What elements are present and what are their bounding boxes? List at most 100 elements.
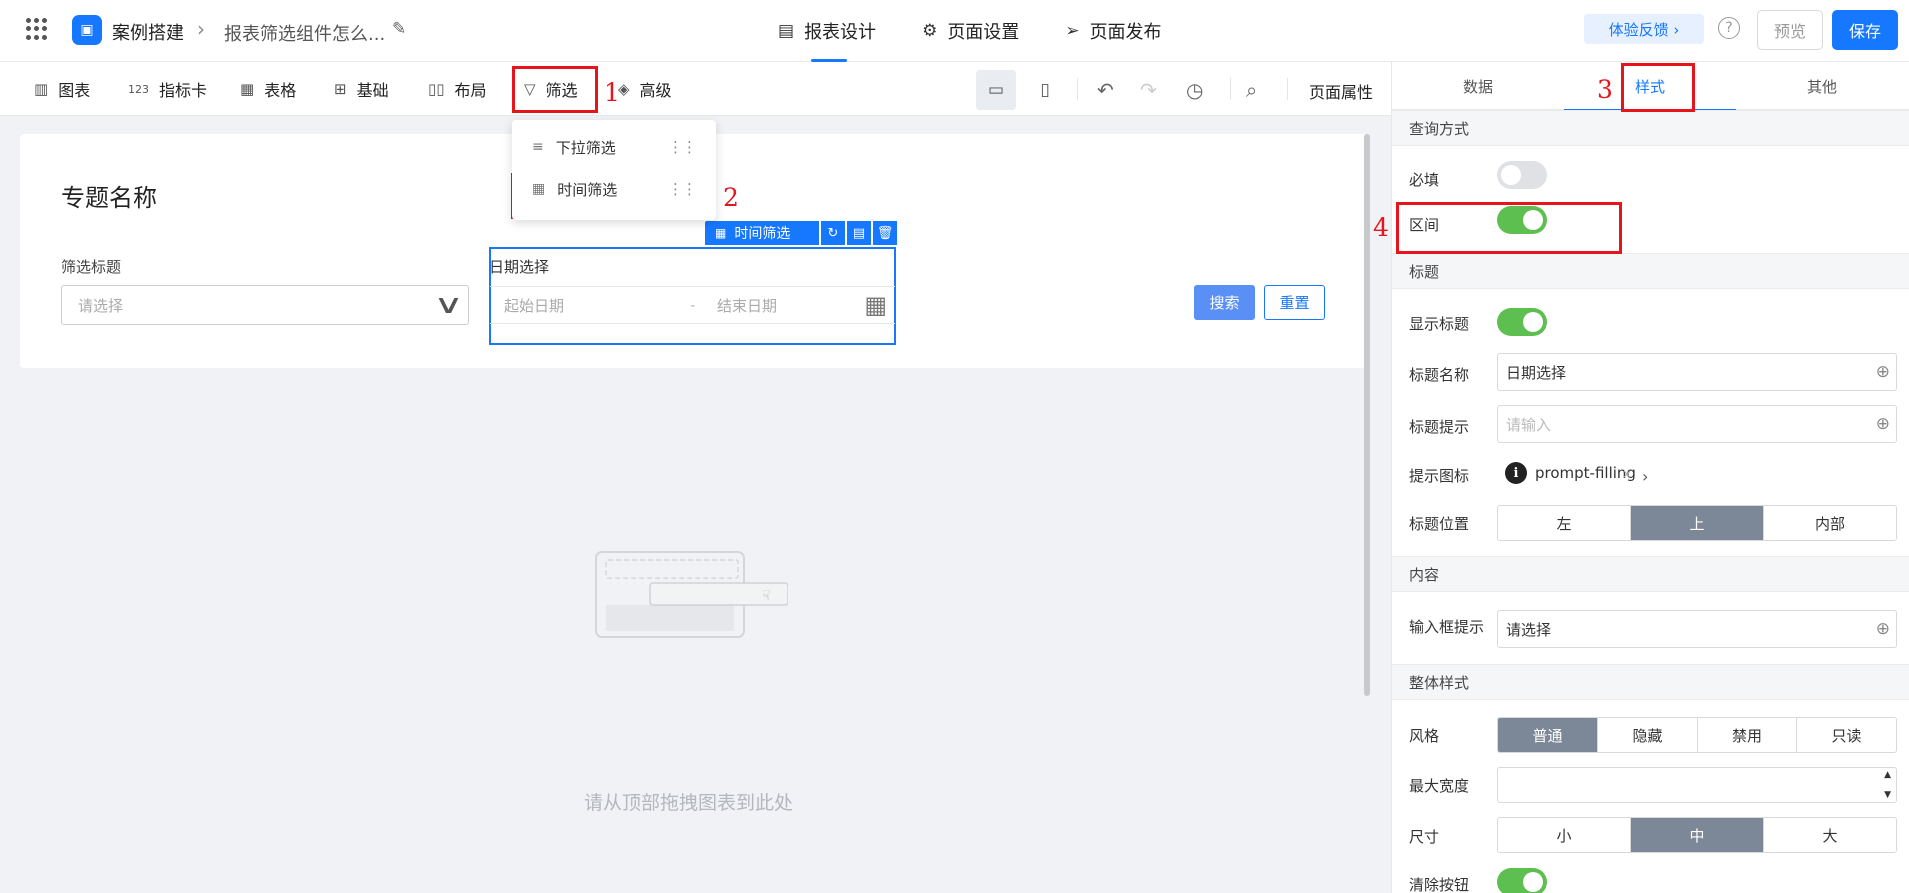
clear-button-toggle[interactable] — [1497, 868, 1547, 893]
clear-icon[interactable]: × — [1622, 467, 1632, 481]
table-icon: ▦ — [240, 80, 255, 98]
annotation-number-2: 2 — [723, 183, 739, 212]
style-disabled[interactable]: 禁用 — [1698, 718, 1797, 752]
size-segmented: 小 中 大 — [1497, 817, 1897, 853]
title-name-input[interactable]: 日期选择 ⊕ — [1497, 353, 1897, 391]
history-icon[interactable]: ◷ — [1186, 78, 1203, 102]
start-date-input[interactable]: 起始日期 — [504, 295, 564, 316]
edit-name-icon[interactable]: ✎ — [392, 19, 406, 39]
toolbar-item-label: 表格 — [264, 81, 297, 100]
tab-label: 页面设置 — [947, 22, 1020, 43]
end-date-input[interactable]: 结束日期 — [717, 295, 777, 316]
style-normal[interactable]: 普通 — [1498, 718, 1598, 752]
apps-grid-icon[interactable] — [26, 18, 48, 40]
range-separator: - — [690, 296, 696, 314]
toolbar-item-label: 高级 — [639, 81, 672, 100]
title-position-segmented: 左 上 内部 — [1497, 505, 1897, 541]
size-small[interactable]: 小 — [1498, 818, 1631, 852]
toolbar-item-advanced[interactable]: ◈ 高级 — [618, 62, 672, 116]
design-canvas: 专题名称 筛选标题 请选择 ∨ ▦ 时间筛选 ↻ ▤ 🗑 日期选择 起始日期 -… — [20, 134, 1369, 878]
date-range-picker[interactable]: 起始日期 - 结束日期 ▦ — [490, 286, 895, 324]
toolbar-item-layout[interactable]: ▯▯ 布局 — [428, 62, 487, 116]
menu-item-time-filter[interactable]: ▦ 时间筛选 ⋮⋮ — [512, 168, 716, 210]
clear-button-label: 清除按钮 — [1409, 876, 1470, 893]
title-tip-label: 标题提示 — [1409, 418, 1470, 436]
title-position-top[interactable]: 上 — [1631, 506, 1764, 540]
tab-label: 报表设计 — [804, 22, 877, 43]
search-button[interactable]: 搜索 — [1194, 285, 1255, 320]
tab-other[interactable]: 其他 — [1736, 62, 1908, 110]
header-tabs: ▤ 报表设计 ⚙ 页面设置 ➢ 页面发布 — [778, 0, 1208, 62]
globe-icon[interactable]: ⊕ — [1876, 414, 1890, 434]
calendar-icon[interactable]: ▦ — [864, 291, 887, 319]
tab-page-publish[interactable]: ➢ 页面发布 — [1065, 0, 1161, 62]
tab-page-settings[interactable]: ⚙ 页面设置 — [922, 0, 1019, 62]
style-hidden[interactable]: 隐藏 — [1598, 718, 1698, 752]
toolbar-item-basic[interactable]: ⊞ 基础 — [334, 62, 389, 116]
refresh-icon[interactable]: ↻ — [821, 221, 845, 245]
undo-icon[interactable]: ↶ — [1097, 78, 1114, 102]
title-position-label: 标题位置 — [1409, 515, 1470, 533]
size-large[interactable]: 大 — [1764, 818, 1896, 852]
tip-icon-value[interactable]: prompt-filling — [1535, 464, 1636, 482]
desktop-view-icon[interactable]: ▭ — [976, 70, 1016, 110]
increment-icon[interactable]: ▲ — [1884, 770, 1891, 780]
page-properties-button[interactable]: 页面属性 — [1309, 79, 1373, 103]
annotation-number-1: 1 — [604, 78, 620, 107]
drag-handle-icon[interactable]: ⋮⋮ — [668, 138, 697, 156]
app-name[interactable]: 案例搭建 — [112, 19, 184, 45]
style-readonly[interactable]: 只读 — [1797, 718, 1896, 752]
chevron-right-icon[interactable]: › — [1642, 467, 1648, 486]
toolbar-divider — [1230, 78, 1231, 100]
toolbar-item-kpi[interactable]: 123 指标卡 — [128, 62, 207, 116]
toolbar-divider — [1287, 78, 1288, 100]
decrement-icon[interactable]: ▼ — [1884, 790, 1891, 800]
card-title[interactable]: 专题名称 — [61, 178, 157, 213]
title-tip-input[interactable]: 请输入 ⊕ — [1497, 405, 1897, 443]
preview-button[interactable]: 预览 — [1757, 10, 1823, 50]
delete-icon[interactable]: 🗑 — [873, 221, 897, 245]
max-width-stepper[interactable]: ▲ ▼ — [1497, 767, 1897, 803]
mobile-view-icon[interactable]: ▯ — [1025, 70, 1065, 110]
reset-button[interactable]: 重置 — [1264, 285, 1325, 320]
globe-icon[interactable]: ⊕ — [1876, 619, 1890, 639]
size-medium[interactable]: 中 — [1631, 818, 1764, 852]
tab-report-design[interactable]: ▤ 报表设计 — [778, 0, 876, 62]
copy-icon[interactable]: ▤ — [847, 221, 871, 245]
canvas-scrollbar[interactable] — [1364, 134, 1370, 696]
input-hint-input[interactable]: 请选择 ⊕ — [1497, 610, 1897, 648]
page-name: 报表筛选组件怎么... — [224, 24, 386, 45]
redo-icon[interactable]: ↷ — [1140, 78, 1157, 102]
title-position-left[interactable]: 左 — [1498, 506, 1631, 540]
drag-handle-icon[interactable]: ⋮⋮ — [668, 180, 697, 198]
save-button[interactable]: 保存 — [1832, 10, 1898, 50]
section-content: 内容 — [1392, 556, 1909, 592]
globe-icon[interactable]: ⊕ — [1876, 362, 1890, 382]
send-icon: ➢ — [1065, 21, 1080, 41]
grid-icon: ⊞ — [334, 80, 347, 98]
toolbar-item-table[interactable]: ▦ 表格 — [240, 62, 296, 116]
123-icon: 123 — [128, 82, 149, 96]
component-name: 时间筛选 — [734, 226, 791, 242]
show-title-toggle[interactable] — [1497, 308, 1547, 336]
menu-item-dropdown-filter[interactable]: ≡ 下拉筛选 ⋮⋮ — [512, 126, 716, 168]
tab-style[interactable]: 样式 — [1564, 62, 1736, 111]
app-logo-icon: ▣ — [72, 15, 102, 45]
toolbar-item-label: 基础 — [356, 81, 389, 100]
toolbar-item-label: 指标卡 — [159, 81, 208, 100]
help-icon[interactable]: ? — [1718, 17, 1740, 39]
required-toggle[interactable] — [1497, 161, 1547, 189]
range-toggle[interactable] — [1497, 206, 1547, 234]
search-icon[interactable]: ⌕ — [1246, 78, 1257, 102]
tip-icon-label: 提示图标 — [1409, 467, 1470, 485]
title-position-inside[interactable]: 内部 — [1764, 506, 1896, 540]
size-label: 尺寸 — [1409, 828, 1440, 846]
max-width-label: 最大宽度 — [1409, 777, 1470, 795]
toolbar-item-chart[interactable]: ▥ 图表 — [34, 62, 90, 116]
title-name-value: 日期选择 — [1506, 363, 1567, 382]
feedback-button[interactable]: 体验反馈 › — [1584, 14, 1704, 44]
filter1-select[interactable]: 请选择 ∨ — [61, 285, 469, 325]
section-overall-style: 整体样式 — [1392, 664, 1909, 700]
tab-data[interactable]: 数据 — [1392, 62, 1564, 110]
toolbar-item-filter[interactable]: ▽ 筛选 — [524, 62, 578, 116]
